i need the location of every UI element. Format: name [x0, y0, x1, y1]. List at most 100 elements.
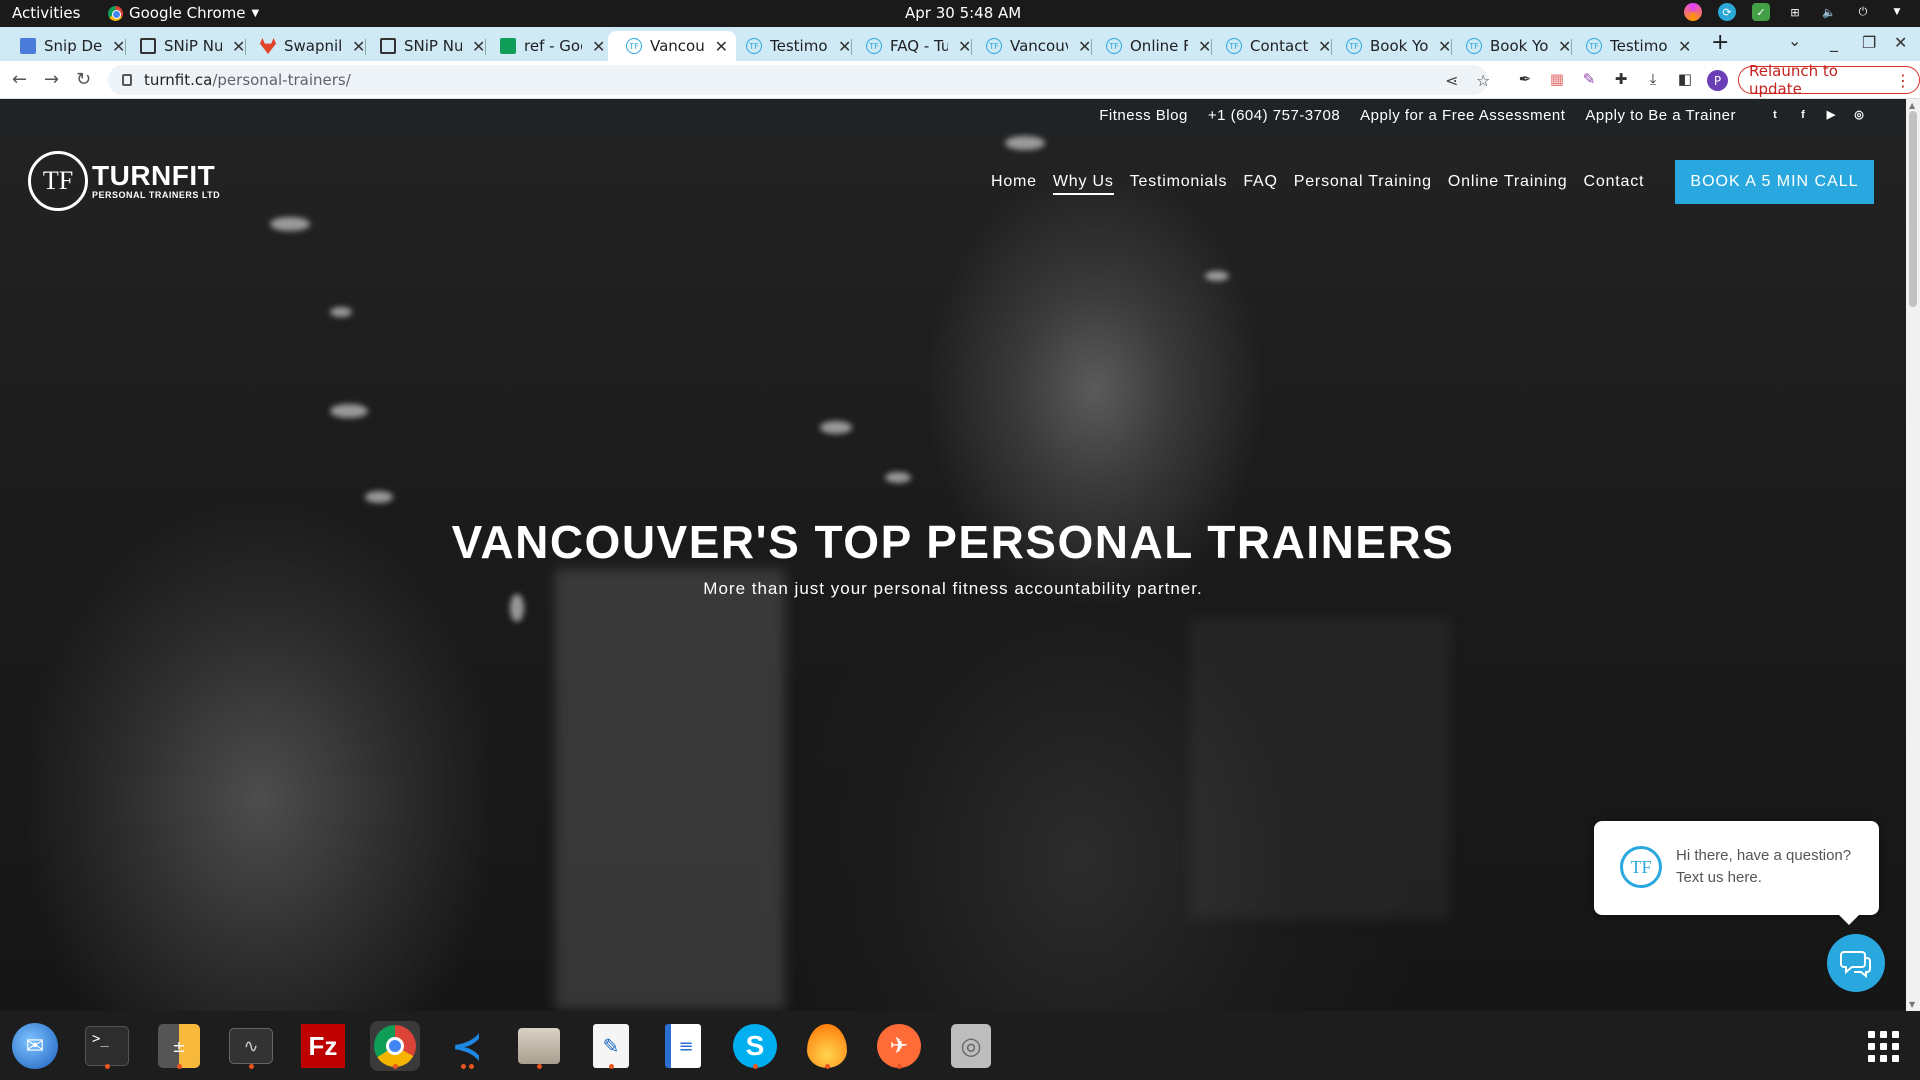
nav-testimonials[interactable]: Testimonials	[1130, 173, 1228, 195]
dock-system-monitor[interactable]: ∿	[226, 1021, 276, 1071]
apply-trainer-link[interactable]: Apply to Be a Trainer	[1585, 107, 1736, 124]
share-icon[interactable]: ⋖	[1445, 71, 1458, 90]
page-scrollbar[interactable]: ▲ ▼	[1906, 99, 1920, 1011]
tab-14[interactable]: TF Testimo ✕	[1568, 31, 1699, 61]
close-icon[interactable]: ✕	[592, 37, 605, 56]
eyedropper-extension-icon[interactable]: ✒	[1516, 70, 1534, 88]
tab-label: Online F	[1130, 37, 1188, 55]
twitter-icon[interactable]: t	[1768, 108, 1782, 122]
youtube-icon[interactable]: ▶	[1824, 108, 1838, 122]
book-call-button[interactable]: BOOK A 5 MIN CALL	[1675, 160, 1874, 204]
close-icon[interactable]: ✕	[1678, 37, 1691, 56]
sync-icon[interactable]: ⟳	[1718, 3, 1736, 21]
running-indicator	[248, 1064, 254, 1069]
activities-button[interactable]: Activities	[12, 4, 80, 22]
logo-tagline: PERSONAL TRAINERS LTD	[92, 190, 221, 200]
app-menu[interactable]: Google Chrome ▼	[108, 4, 259, 22]
dock-thunderbird[interactable]: ✉	[10, 1021, 60, 1071]
new-tab-button[interactable]: +	[1711, 30, 1729, 55]
tab-search-icon[interactable]: ⌄	[1788, 31, 1801, 50]
instagram-icon[interactable]: ◎	[1852, 108, 1866, 122]
nav-personal-training[interactable]: Personal Training	[1294, 173, 1432, 195]
dock-chrome[interactable]	[370, 1021, 420, 1071]
running-indicator	[176, 1064, 182, 1069]
nav-why-us[interactable]: Why Us	[1052, 173, 1114, 195]
restore-icon[interactable]: ❐	[1862, 33, 1876, 52]
turnfit-icon: TF	[1586, 38, 1602, 54]
back-arrow-icon[interactable]: ←	[12, 69, 27, 90]
dock-terminal[interactable]: >_	[82, 1021, 132, 1071]
tab-5[interactable]: ref - Goo ✕	[482, 31, 613, 61]
system-top-bar: Activities Google Chrome ▼ Apr 30 5:48 A…	[0, 0, 1920, 27]
check-icon[interactable]: ✓	[1752, 3, 1770, 21]
volume-icon[interactable]: 🔈	[1820, 3, 1838, 21]
minimize-icon[interactable]: _	[1830, 33, 1838, 52]
scroll-down-arrow-icon[interactable]: ▼	[1909, 1000, 1915, 1009]
system-monitor-icon: ∿	[229, 1028, 273, 1064]
tab-10[interactable]: TF Online F ✕	[1088, 31, 1219, 61]
nav-home[interactable]: Home	[991, 173, 1037, 195]
ceiling-light	[885, 472, 911, 483]
puzzle-extensions-icon[interactable]: ✚	[1612, 70, 1630, 88]
chat-logo-icon: TF	[1620, 846, 1662, 888]
dock-filezilla[interactable]: Fz	[298, 1021, 348, 1071]
kebab-menu-icon[interactable]: ⋮	[1895, 71, 1911, 90]
download-icon[interactable]: ⤓	[1644, 70, 1662, 88]
scroll-up-arrow-icon[interactable]: ▲	[1909, 101, 1915, 110]
nav-contact[interactable]: Contact	[1584, 173, 1645, 195]
chat-bubbles-icon	[1840, 951, 1871, 978]
turnfit-logo[interactable]: TF TURNFIT PERSONAL TRAINERS LTD	[28, 151, 220, 211]
tab-6-active[interactable]: TF Vancouv ✕	[608, 31, 736, 61]
system-tray[interactable]: ⟳ ✓ ⊞ 🔈 ⏻ ▼	[1684, 3, 1906, 21]
free-assessment-link[interactable]: Apply for a Free Assessment	[1360, 107, 1565, 124]
caret-down-icon[interactable]: ▼	[1888, 3, 1906, 21]
tab-11[interactable]: TF Contact ✕	[1208, 31, 1339, 61]
tab-4[interactable]: SNiP Nu ✕	[362, 31, 493, 61]
phone-link[interactable]: +1 (604) 757-3708	[1208, 107, 1340, 124]
profile-avatar[interactable]: P	[1707, 70, 1728, 91]
network-icon[interactable]: ⊞	[1786, 3, 1804, 21]
tab-9[interactable]: TF Vancouv ✕	[968, 31, 1099, 61]
dock-postman[interactable]: ✈	[874, 1021, 924, 1071]
tab-1[interactable]: Snip Det ✕	[2, 31, 133, 61]
tab-3[interactable]: Swapnil ✕	[242, 31, 373, 61]
window-close-icon[interactable]: ✕	[1894, 33, 1907, 52]
dock-skype[interactable]: S	[730, 1021, 780, 1071]
nav-faq[interactable]: FAQ	[1243, 173, 1277, 195]
ceiling-light	[365, 491, 393, 503]
running-indicator	[824, 1064, 830, 1069]
calendar-extension-icon[interactable]: ▦	[1548, 70, 1566, 88]
chat-launcher-button[interactable]	[1827, 934, 1885, 992]
dock-flame-app[interactable]	[802, 1021, 852, 1071]
tab-8[interactable]: TF FAQ - Tu ✕	[848, 31, 979, 61]
dock-calculator[interactable]: ±	[154, 1021, 204, 1071]
dock-disc-app[interactable]: ◎	[946, 1021, 996, 1071]
clock[interactable]: Apr 30 5:48 AM	[905, 4, 1021, 22]
dock-text-editor[interactable]: ✎	[586, 1021, 636, 1071]
fitness-blog-link[interactable]: Fitness Blog	[1099, 107, 1188, 124]
side-panel-icon[interactable]: ◧	[1676, 70, 1694, 88]
tab-7[interactable]: TF Testimo ✕	[728, 31, 859, 61]
bookmark-star-icon[interactable]: ☆	[1476, 71, 1490, 90]
scrollbar-thumb[interactable]	[1909, 111, 1917, 307]
flame-icon	[807, 1024, 847, 1068]
tab-13[interactable]: TF Book Yo ✕	[1448, 31, 1579, 61]
power-icon[interactable]: ⏻	[1854, 3, 1872, 21]
dock-vscode[interactable]: ≺	[442, 1021, 492, 1071]
color-app-icon[interactable]	[1684, 3, 1702, 21]
chat-popup[interactable]: TF Hi there, have a question? Text us he…	[1594, 821, 1879, 925]
dock-libreoffice-writer[interactable]: ≡	[658, 1021, 708, 1071]
forward-arrow-icon[interactable]: →	[44, 69, 59, 90]
reload-icon[interactable]: ↻	[76, 69, 91, 90]
tab-12[interactable]: TF Book Yo ✕	[1328, 31, 1459, 61]
address-bar[interactable]: turnfit.ca/personal-trainers/	[108, 65, 1488, 95]
relaunch-to-update-button[interactable]: Relaunch to update ⋮	[1738, 62, 1920, 98]
close-icon[interactable]: ✕	[715, 37, 728, 56]
nav-online-training[interactable]: Online Training	[1448, 173, 1568, 195]
show-applications-icon[interactable]	[1868, 1031, 1899, 1062]
lock-icon[interactable]	[122, 74, 132, 86]
dock-files[interactable]	[514, 1021, 564, 1071]
pen-extension-icon[interactable]: ✎	[1580, 70, 1598, 88]
facebook-icon[interactable]: f	[1796, 108, 1810, 122]
tab-2[interactable]: SNiP Nu ✕	[122, 31, 253, 61]
